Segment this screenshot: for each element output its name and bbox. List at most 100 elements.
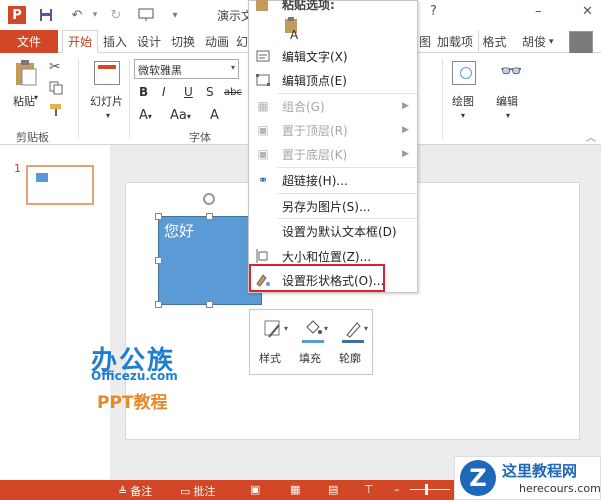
save-icon[interactable] [37,6,55,24]
resize-handle[interactable] [206,301,213,308]
menu-item-label: 超链接(H)... [282,173,348,188]
paste-options-icon [254,0,272,13]
paste-options-label: 粘贴选项: [282,0,335,12]
chevron-down-icon[interactable]: ▾ [461,111,465,120]
copy-icon[interactable] [49,81,63,98]
site-name: 这里教程网 [502,462,578,480]
resize-handle[interactable] [155,257,162,264]
send-to-back-icon: ▣ [257,147,269,161]
paste-keep-text-icon[interactable]: A [282,16,302,42]
slide-number: 1 [14,162,21,175]
menu-item-label: 组合(G) [282,99,325,114]
binoculars-icon[interactable]: 👓 [500,61,522,82]
notes-icon: ≜ [118,484,128,498]
normal-view-icon: ▣ [250,483,261,496]
chevron-down-icon: ▾ [284,324,289,333]
tab-slideshow[interactable]: 幻 [235,30,249,53]
resize-handle[interactable] [155,213,162,220]
comments-label: 批注 [193,485,216,498]
chevron-down-icon[interactable]: ▾ [34,93,38,102]
font-name-input[interactable]: 微软雅黑 [134,59,239,79]
officezu-url: Officezu.com [91,369,178,383]
notes-button[interactable]: ≜ 备注 [118,483,152,499]
menu-item-save-as-picture[interactable]: 另存为图片(S)... [249,194,417,218]
menu-item-send-to-back: ▣ 置于底层(K) ▶ [249,142,417,166]
reading-view-button[interactable]: ▤ [328,483,338,496]
comments-button[interactable]: ▭ 批注 [180,483,215,499]
style-button[interactable]: ▾ 样式 [254,314,290,370]
group-label-clipboard: 剪贴板 [16,131,49,144]
minimize-button[interactable]: – [535,4,542,19]
drawing-label[interactable]: 绘图 [452,93,474,109]
chevron-down-icon: ▾ [364,324,369,333]
underline-button[interactable]: U [184,85,193,99]
tab-file[interactable]: 文件 [0,30,58,53]
undo-dropdown-icon[interactable]: ▾ [86,6,104,24]
user-name: 胡俊 [522,35,547,49]
zoom-slider-thumb[interactable] [425,484,428,495]
tab-addins[interactable]: 加载项 [434,30,476,53]
zoom-out-button[interactable]: – [394,483,400,496]
tab-home[interactable]: 开始 [62,30,98,53]
strikethrough-button[interactable]: abc [224,87,242,98]
resize-handle[interactable] [155,301,162,308]
fill-label: 填充 [299,352,321,365]
font-color-icon[interactable]: A▾ [139,108,152,123]
slide-thumbnail[interactable] [26,165,94,205]
slide-sorter-button[interactable]: ▦ [290,483,300,496]
user-account[interactable]: 胡俊 ▾ [522,30,554,53]
undo-icon[interactable]: ↶ [68,6,86,24]
paste-label[interactable]: 粘贴 [13,93,35,109]
tab-transitions[interactable]: 切换 [167,30,199,53]
site-logo-icon: Z [460,460,496,496]
clear-format-icon[interactable]: A [210,108,219,123]
normal-view-button[interactable]: ▣ [250,483,260,496]
close-button[interactable]: ✕ [582,4,593,19]
cut-icon[interactable]: ✂ [49,59,61,75]
menu-item-label: 置于底层(K) [282,147,348,162]
outline-button[interactable]: ▾ 轮廓 [334,314,370,370]
rotate-handle-icon[interactable] [203,193,215,205]
shadow-button[interactable]: S [206,85,214,99]
highlight-box [249,264,385,292]
chevron-down-icon: ▾ [324,324,329,333]
menu-item-edit-text[interactable]: 编辑文字(X) [249,44,417,68]
slideshow-button[interactable]: ⊤ [364,483,374,496]
chevron-right-icon: ▶ [402,125,409,135]
tab-insert[interactable]: 插入 [99,30,131,53]
slide-label[interactable]: 幻灯片 [90,93,123,109]
redo-icon[interactable]: ↻ [107,6,125,24]
chevron-down-icon[interactable]: ▾ [231,63,235,72]
zoom-slider[interactable] [410,489,450,490]
editing-label[interactable]: 编辑 [496,93,518,109]
change-case-icon[interactable]: Aa▾ [170,108,191,123]
tab-view[interactable]: 图 [418,30,432,53]
format-painter-icon[interactable] [49,103,63,120]
new-slide-icon[interactable] [94,61,120,85]
avatar[interactable] [569,31,593,55]
chevron-down-icon[interactable]: ▾ [506,111,510,120]
shapes-icon[interactable] [452,61,476,85]
menu-item-set-default-textbox[interactable]: 设置为默认文本框(D) [249,219,417,243]
help-icon[interactable]: ? [430,4,437,19]
menu-item-edit-points[interactable]: 编辑顶点(E) [249,68,417,92]
bold-button[interactable]: B [139,85,148,99]
fill-button[interactable]: ▾ 填充 [294,314,330,370]
menu-item-hyperlink[interactable]: ⚭ 超链接(H)... [249,168,417,192]
resize-handle[interactable] [206,213,213,220]
collapse-ribbon-icon[interactable]: ︿ [586,129,596,144]
bring-to-front-icon: ▣ [257,123,269,137]
shape-text[interactable]: 您好 [164,220,194,241]
tab-animations[interactable]: 动画 [201,30,233,53]
hyperlink-icon: ⚭ [257,173,269,187]
slideshow-start-icon[interactable] [137,6,155,24]
customize-toolbar-icon[interactable]: ▾ [166,6,184,24]
site-url: herecours.com [519,482,601,495]
tab-design[interactable]: 设计 [133,30,165,53]
selected-shape[interactable]: 您好 [158,216,262,305]
paste-icon[interactable] [13,59,39,89]
chevron-down-icon[interactable]: ▾ [106,111,110,120]
italic-button[interactable]: I [162,85,166,99]
tab-format[interactable]: 格式 [478,30,510,53]
size-position-icon [254,247,272,265]
